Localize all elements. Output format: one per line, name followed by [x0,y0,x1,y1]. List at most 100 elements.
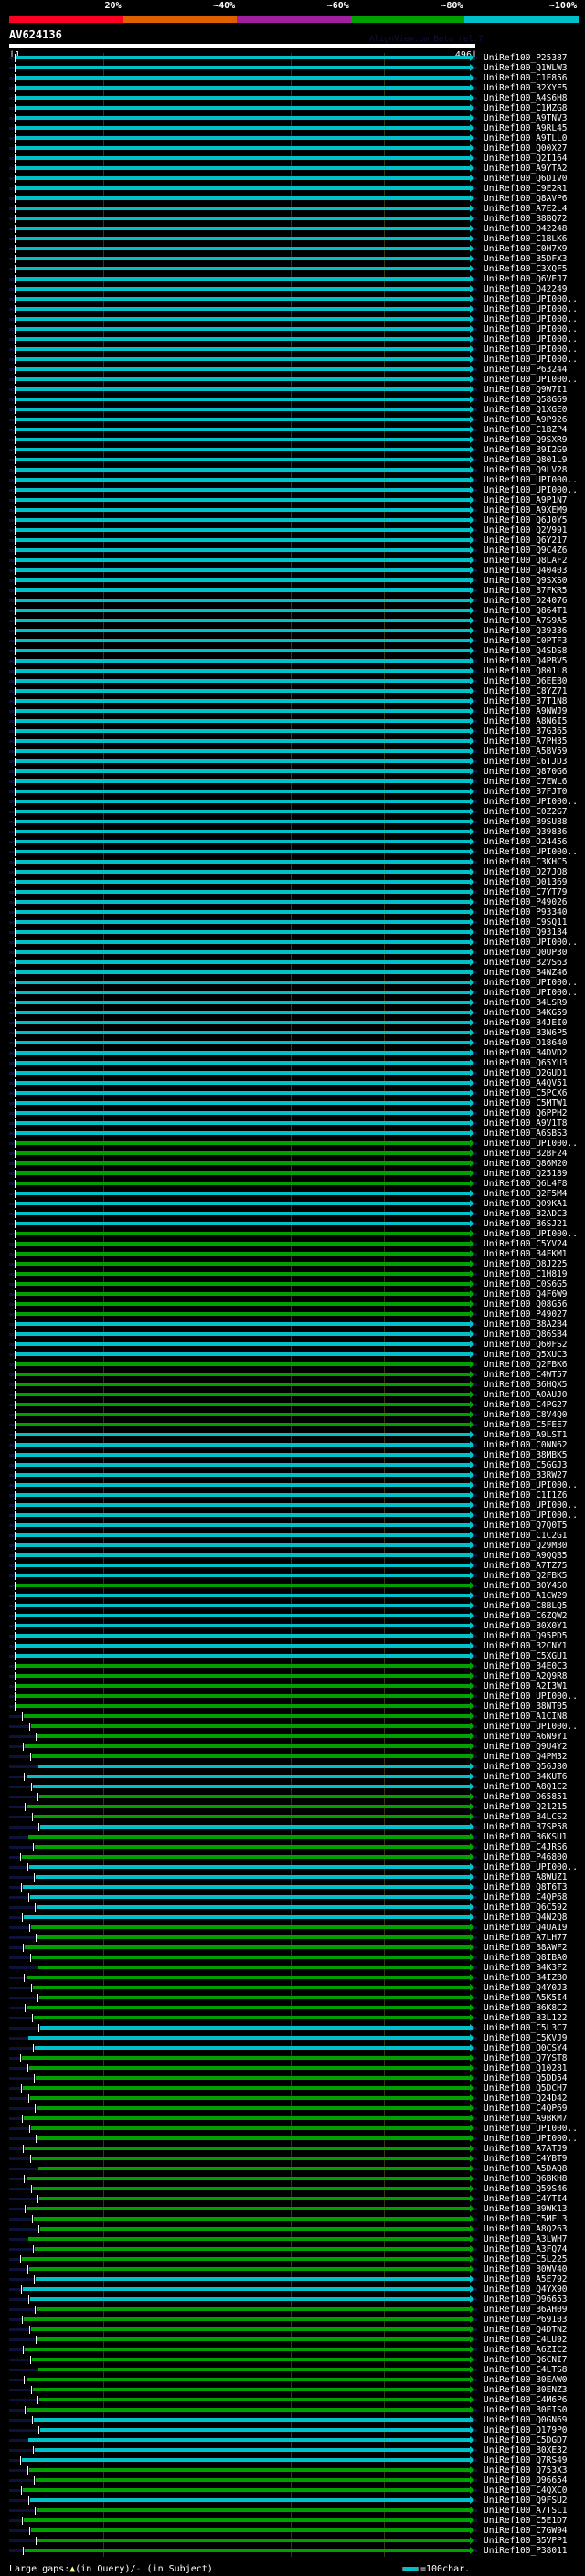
hit-row[interactable]: UniRef100_Q6CNI7 [0,2355,585,2365]
hit-row[interactable]: UniRef100_A7S9A5 [0,616,585,626]
hit-label[interactable]: UniRef100_Q9W7I1 [484,385,568,395]
hit-row[interactable]: UniRef100_P25387 [0,53,585,63]
alignment-bar[interactable] [16,609,470,612]
alignment-bar[interactable] [32,2187,470,2190]
alignment-bar[interactable] [16,106,470,110]
hit-label[interactable]: UniRef100_O42249 [484,284,568,294]
alignment-bar[interactable] [16,910,470,914]
hit-row[interactable]: UniRef100_B4K3F2 [0,1963,585,1973]
alignment-bar[interactable] [16,1513,470,1517]
hit-row[interactable]: UniRef100_UPI000.. [0,988,585,998]
alignment-bar[interactable] [16,468,470,472]
hit-row[interactable]: UniRef100_A1CIN8 [0,1712,585,1722]
alignment-bar[interactable] [16,900,470,904]
hit-row[interactable]: UniRef100_Q65YU3 [0,1058,585,1068]
hit-row[interactable]: UniRef100_Q753X3 [0,2465,585,2475]
hit-label[interactable]: UniRef100_Q4SDS8 [484,646,568,656]
hit-label[interactable]: UniRef100_C1BLK6 [484,234,568,244]
hit-row[interactable]: UniRef100_B4LCS2 [0,1812,585,1822]
alignment-bar[interactable] [16,448,470,451]
alignment-bar[interactable] [16,1533,470,1537]
hit-row[interactable]: UniRef100_Q9FSU2 [0,2496,585,2506]
hit-row[interactable]: UniRef100_C7YT79 [0,887,585,897]
hit-row[interactable]: UniRef100_A9TNV3 [0,113,585,123]
hit-label[interactable]: UniRef100_UPI000.. [484,314,578,324]
alignment-bar[interactable] [16,1584,470,1587]
hit-row[interactable]: UniRef100_Q6L4F8 [0,1179,585,1189]
alignment-bar[interactable] [16,267,470,270]
hit-row[interactable]: UniRef100_C5YV24 [0,1239,585,1249]
hit-label[interactable]: UniRef100_UPI000.. [484,988,578,998]
alignment-bar[interactable] [31,2157,470,2160]
hit-label[interactable]: UniRef100_A9YTA2 [484,164,568,174]
alignment-bar[interactable] [16,1473,470,1477]
hit-label[interactable]: UniRef100_Q2V991 [484,525,568,535]
hit-label[interactable]: UniRef100_Q4PM32 [484,1752,568,1762]
alignment-bar[interactable] [16,588,470,592]
hit-label[interactable]: UniRef100_B9SU88 [484,817,568,827]
alignment-bar[interactable] [16,1121,470,1125]
hit-row[interactable]: UniRef100_Q864T1 [0,606,585,616]
alignment-bar[interactable] [38,1795,470,1798]
alignment-bar[interactable] [28,2267,470,2271]
alignment-bar[interactable] [22,1855,470,1859]
hit-label[interactable]: UniRef100_A7S9A5 [484,616,568,626]
hit-row[interactable]: UniRef100_B4E0C3 [0,1661,585,1671]
hit-label[interactable]: UniRef100_A3FQ74 [484,2244,568,2254]
alignment-bar[interactable] [16,709,470,713]
alignment-bar[interactable] [27,2438,470,2442]
hit-row[interactable]: UniRef100_P46800 [0,1852,585,1862]
hit-label[interactable]: UniRef100_A5BV59 [484,747,568,757]
alignment-bar[interactable] [16,327,470,331]
alignment-bar[interactable] [39,2227,470,2231]
hit-label[interactable]: UniRef100_Q65YU3 [484,1058,568,1068]
hit-label[interactable]: UniRef100_UPI000.. [484,2134,578,2144]
hit-row[interactable]: UniRef100_C9E2R1 [0,184,585,194]
hit-label[interactable]: UniRef100_A0AUJ0 [484,1390,568,1400]
hit-row[interactable]: UniRef100_B3L122 [0,2013,585,2023]
hit-label[interactable]: UniRef100_Q6Y217 [484,535,568,546]
alignment-bar[interactable] [16,1061,470,1065]
hit-row[interactable]: UniRef100_Q0UP30 [0,948,585,958]
hit-label[interactable]: UniRef100_A9BKM7 [484,2114,568,2124]
hit-label[interactable]: UniRef100_C5PCX6 [484,1088,568,1098]
hit-label[interactable]: UniRef100_UPI000.. [484,375,578,385]
hit-row[interactable]: UniRef100_UPI000.. [0,1722,585,1732]
hit-row[interactable]: UniRef100_Q08G56 [0,1299,585,1309]
alignment-bar[interactable] [16,1041,470,1044]
hit-label[interactable]: UniRef100_Q01369 [484,877,568,887]
hit-row[interactable]: UniRef100_B0Y4S0 [0,1581,585,1591]
alignment-bar[interactable] [38,2398,470,2401]
hit-row[interactable]: UniRef100_B2ADC3 [0,1209,585,1219]
hit-row[interactable]: UniRef100_A9TLL0 [0,133,585,143]
hit-row[interactable]: UniRef100_Q1XGE0 [0,405,585,415]
hit-row[interactable]: UniRef100_Q6C592 [0,1903,585,1913]
hit-row[interactable]: UniRef100_B4JEI0 [0,1018,585,1028]
hit-label[interactable]: UniRef100_A3LWH7 [484,2234,568,2244]
alignment-bar[interactable] [16,1161,470,1165]
hit-row[interactable]: UniRef100_A9P1N7 [0,495,585,505]
hit-row[interactable]: UniRef100_Q4SDS8 [0,646,585,656]
hit-label[interactable]: UniRef100_Q8IBA0 [484,1953,568,1963]
alignment-bar[interactable] [27,2408,470,2412]
hit-label[interactable]: UniRef100_P49026 [484,897,568,907]
hit-row[interactable]: UniRef100_C4QXC0 [0,2486,585,2496]
hit-label[interactable]: UniRef100_Q08G56 [484,1299,568,1309]
hit-label[interactable]: UniRef100_A9LST1 [484,1430,568,1440]
hit-label[interactable]: UniRef100_C5KVJ9 [484,2033,568,2043]
hit-row[interactable]: UniRef100_UPI000.. [0,1500,585,1511]
hit-row[interactable]: UniRef100_C1BZP4 [0,425,585,435]
hit-label[interactable]: UniRef100_C3KHC5 [484,857,568,867]
alignment-bar[interactable] [16,568,470,572]
hit-label[interactable]: UniRef100_Q9SXR9 [484,435,568,445]
alignment-bar[interactable] [16,719,470,723]
hit-row[interactable]: UniRef100_A2I3W1 [0,1681,585,1691]
alignment-bar[interactable] [27,2006,470,2009]
hit-row[interactable]: UniRef100_A6ZIC2 [0,2345,585,2355]
alignment-bar[interactable] [36,1905,470,1909]
hit-label[interactable]: UniRef100_B6K8C2 [484,2003,568,2013]
hit-row[interactable]: UniRef100_A9V1T8 [0,1118,585,1129]
hit-row[interactable]: UniRef100_O65851 [0,1792,585,1802]
alignment-bar[interactable] [16,669,470,673]
hit-row[interactable]: UniRef100_P49027 [0,1309,585,1320]
